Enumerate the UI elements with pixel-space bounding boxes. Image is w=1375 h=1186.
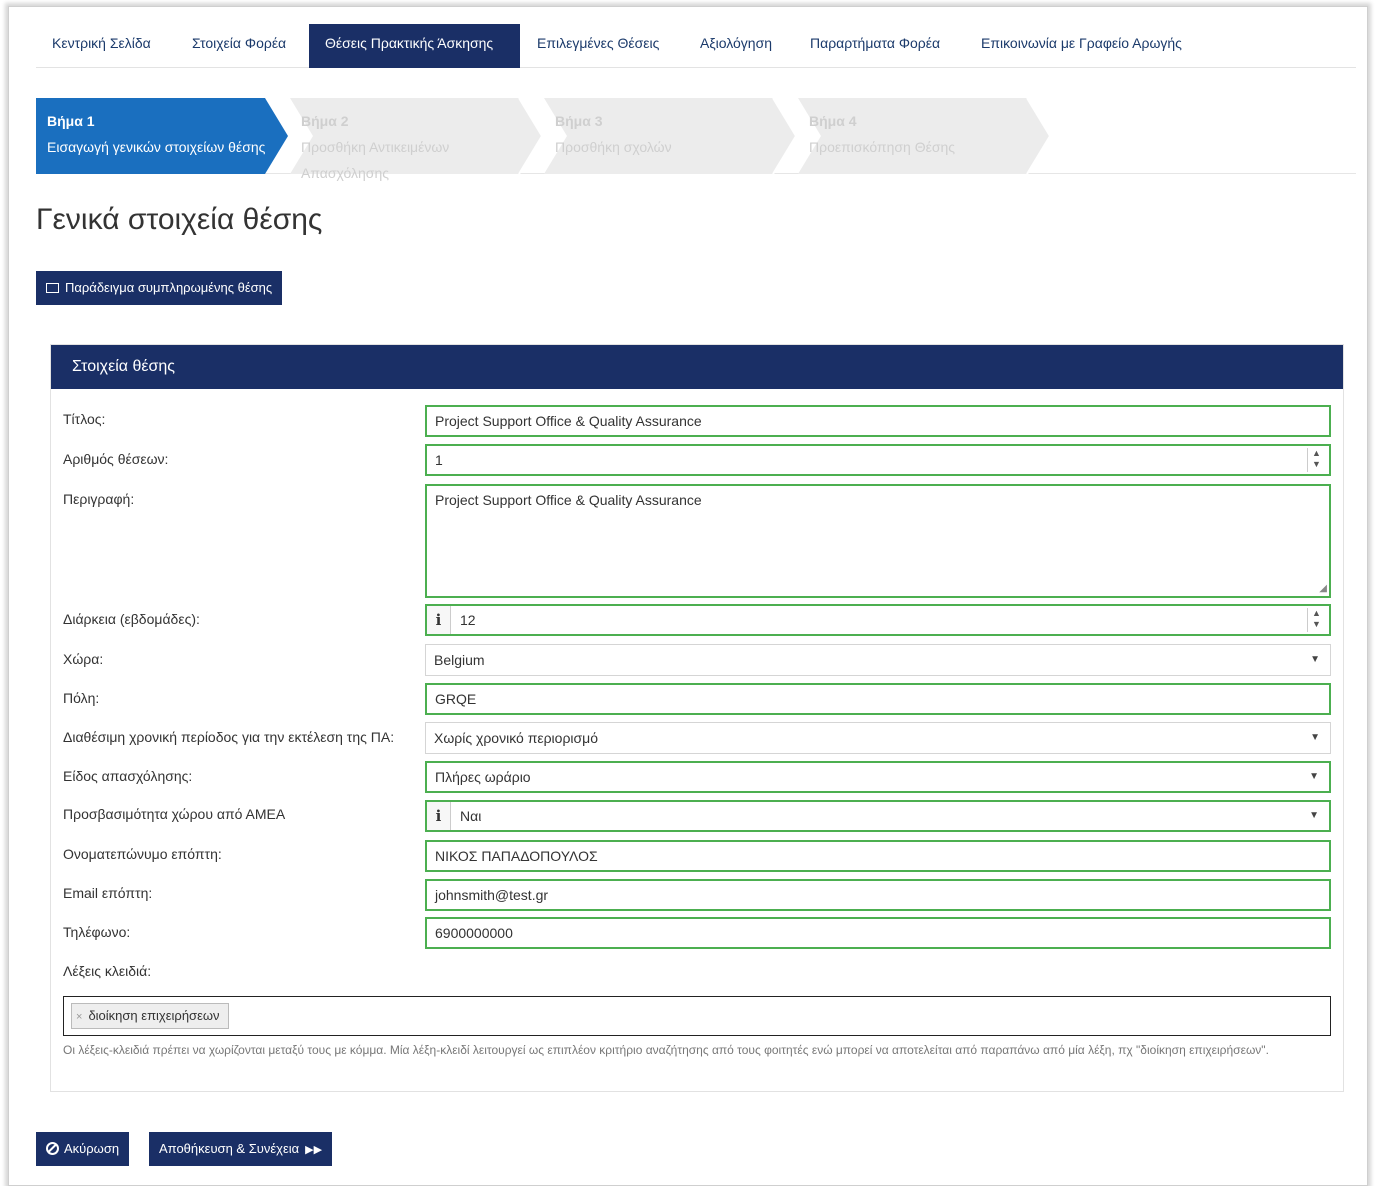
positions-value: 1	[435, 452, 443, 468]
page-title: Γενικά στοιχεία θέσης	[36, 203, 323, 236]
country-label: Χώρα:	[63, 651, 104, 667]
employment-select[interactable]: Πλήρες ωράριο ▼	[425, 761, 1331, 793]
step-title: Βήμα 4	[809, 113, 857, 129]
step-title: Βήμα 3	[555, 113, 603, 129]
phone-label: Τηλέφωνο:	[63, 924, 131, 940]
period-value: Χωρίς χρονικό περιορισμό	[434, 730, 599, 746]
supervisor-email-value: johnsmith@test.gr	[435, 887, 549, 903]
supervisor-label: Ονοματεπώνυμο επόπτη:	[63, 846, 222, 862]
nav-internship-positions[interactable]: Θέσεις Πρακτικής Άσκησης	[309, 24, 520, 68]
info-icon[interactable]: i	[427, 606, 451, 634]
keywords-label: Λέξεις κλειδιά:	[63, 963, 152, 979]
phone-input[interactable]: 6900000000	[425, 917, 1331, 949]
step-3[interactable]: Βήμα 3 Προσθήκη σχολών	[544, 98, 806, 174]
accessibility-value: Ναι	[460, 808, 482, 824]
duration-stepper[interactable]: ▲ ▼	[1307, 608, 1325, 632]
description-value: Project Support Office & Quality Assuran…	[435, 492, 702, 508]
supervisor-email-label: Email επόπτη:	[63, 885, 153, 901]
positions-stepper[interactable]: ▲ ▼	[1307, 448, 1325, 472]
employment-label: Είδος απασχόλησης:	[63, 768, 193, 784]
chevron-down-icon: ▼	[1310, 654, 1320, 665]
country-value: Belgium	[434, 652, 485, 668]
employment-value: Πλήρες ωράριο	[435, 769, 531, 785]
city-label: Πόλη:	[63, 690, 100, 706]
step-2[interactable]: Βήμα 2 Προσθήκη Αντικειμένων Απασχόλησης	[290, 98, 552, 181]
wizard-steps: Βήμα 1 Εισαγωγή γενικών στοιχείων θέσης …	[36, 98, 1356, 181]
chevron-down-icon: ▼	[1309, 771, 1319, 782]
supervisor-email-input[interactable]: johnsmith@test.gr	[425, 879, 1331, 911]
keyword-tag[interactable]: × διοίκηση επιχειρήσεων	[71, 1003, 229, 1029]
step-subtitle: Προσθήκη Αντικειμένων	[301, 139, 450, 155]
duration-value: 12	[460, 612, 476, 628]
supervisor-input[interactable]: ΝΙΚΟΣ ΠΑΠΑΔΟΠΟΥΛΟΣ	[425, 840, 1331, 872]
title-label: Τίτλος:	[63, 411, 106, 427]
step-subtitle-line2: Απασχόλησης	[301, 165, 389, 181]
accessibility-label: Προσβασιμότητα χώρου από ΑΜΕΑ	[63, 806, 286, 822]
info-icon[interactable]: i	[427, 802, 451, 830]
nav-evaluation[interactable]: Αξιολόγηση	[684, 24, 788, 68]
country-select[interactable]: Belgium ▼	[425, 644, 1331, 676]
top-nav: Κεντρική Σελίδα Στοιχεία Φορέα Θέσεις Πρ…	[36, 24, 1356, 68]
phone-value: 6900000000	[435, 925, 513, 941]
step-subtitle: Προεπισκόπηση Θέσης	[809, 139, 955, 155]
positions-label: Αριθμός θέσεων:	[63, 451, 169, 467]
save-continue-button[interactable]: Αποθήκευση & Συνέχεια ▶▶	[149, 1132, 333, 1166]
step-title: Βήμα 2	[301, 113, 349, 129]
nav-organization[interactable]: Στοιχεία Φορέα	[176, 24, 302, 68]
nav-home[interactable]: Κεντρική Σελίδα	[36, 24, 167, 68]
title-input[interactable]: Project Support Office & Quality Assuran…	[425, 405, 1331, 437]
title-value: Project Support Office & Quality Assuran…	[435, 413, 702, 429]
cancel-icon	[46, 1142, 59, 1155]
remove-tag-icon[interactable]: ×	[76, 1011, 82, 1023]
resize-handle-icon[interactable]: ◢	[1319, 584, 1327, 594]
nav-helpdesk[interactable]: Επικοινωνία με Γραφείο Αρωγής	[965, 24, 1198, 68]
panel-title: Στοιχεία θέσης	[51, 345, 1343, 389]
nav-selected-positions[interactable]: Επιλεγμένες Θέσεις	[521, 24, 675, 68]
keyword-tag-label: διοίκηση επιχειρήσεων	[88, 1008, 220, 1023]
description-label: Περιγραφή:	[63, 491, 135, 507]
book-icon	[46, 283, 59, 293]
step-subtitle: Εισαγωγή γενικών στοιχείων θέσης	[47, 139, 266, 155]
duration-label: Διάρκεια (εβδομάδες):	[63, 611, 200, 627]
supervisor-value: ΝΙΚΟΣ ΠΑΠΑΔΟΠΟΥΛΟΣ	[435, 848, 598, 864]
nav-branches[interactable]: Παραρτήματα Φορέα	[794, 24, 956, 68]
cancel-button[interactable]: Ακύρωση	[36, 1132, 130, 1166]
city-input[interactable]: GRQE	[425, 683, 1331, 715]
period-label: Διαθέσιμη χρονική περίοδος για την εκτέλ…	[63, 729, 395, 745]
description-textarea[interactable]: Project Support Office & Quality Assuran…	[425, 484, 1331, 598]
example-position-button[interactable]: Παράδειγμα συμπληρωμένης θέσης	[36, 271, 283, 305]
step-4[interactable]: Βήμα 4 Προεπισκόπηση Θέσης	[798, 98, 1060, 174]
step-subtitle: Προσθήκη σχολών	[555, 139, 672, 155]
fast-forward-icon: ▶▶	[305, 1144, 323, 1156]
chevron-down-icon: ▼	[1309, 810, 1319, 821]
positions-number-input[interactable]: 1 ▲ ▼	[425, 444, 1331, 476]
keywords-input[interactable]: × διοίκηση επιχειρήσεων	[63, 996, 1331, 1036]
accessibility-select[interactable]: i Ναι ▼	[425, 800, 1331, 832]
step-1[interactable]: Βήμα 1 Εισαγωγή γενικών στοιχείων θέσης	[36, 98, 298, 174]
period-select[interactable]: Χωρίς χρονικό περιορισμό ▼	[425, 722, 1331, 754]
cancel-label: Ακύρωση	[64, 1141, 120, 1156]
example-button-label: Παράδειγμα συμπληρωμένης θέσης	[65, 280, 273, 295]
chevron-down-icon: ▼	[1310, 732, 1320, 743]
save-continue-label: Αποθήκευση & Συνέχεια	[159, 1141, 300, 1156]
duration-input[interactable]: i 12 ▲ ▼	[425, 604, 1331, 636]
city-value: GRQE	[435, 691, 477, 707]
step-title: Βήμα 1	[47, 113, 95, 129]
keywords-help-text: Οι λέξεις-κλειδιά πρέπει να χωρίζονται μ…	[63, 1043, 1269, 1057]
